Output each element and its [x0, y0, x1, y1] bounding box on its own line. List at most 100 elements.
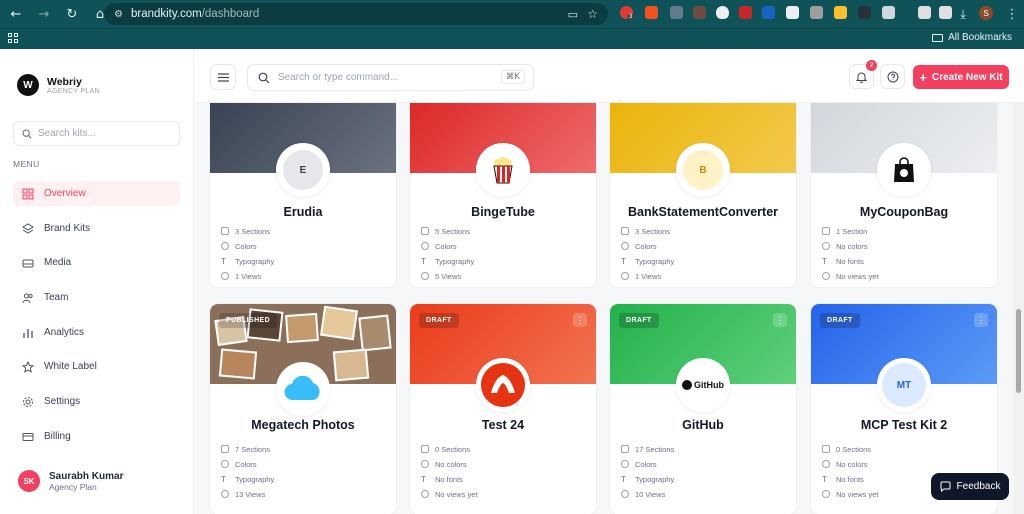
- page-scrollbar[interactable]: [1013, 103, 1024, 514]
- folder-icon: [932, 33, 944, 42]
- kit-card-bankstatementconverter[interactable]: B BankStatementConverter 3 Sections Colo…: [610, 103, 796, 287]
- reload-icon[interactable]: ↻: [62, 4, 82, 24]
- kit-card-erudia[interactable]: E Erudia 3 Sections Colors T Typography 1…: [210, 103, 396, 287]
- eye-icon: [421, 272, 429, 280]
- site-info-icon[interactable]: ⚙: [114, 9, 123, 20]
- brand-name: Webriy: [47, 75, 82, 88]
- palette-icon: [822, 242, 830, 250]
- command-search-input[interactable]: Search or type command... ⌘K: [247, 64, 534, 91]
- notification-count-badge: 2: [866, 60, 877, 71]
- logo-initial: E: [283, 150, 323, 190]
- nav-overview[interactable]: Overview: [13, 181, 180, 206]
- sections-icon: [621, 445, 629, 453]
- star-icon: [22, 360, 34, 373]
- menu-section-label: MENU: [13, 159, 40, 169]
- nav-label: Team: [44, 292, 69, 303]
- kits-grid: E Erudia 3 Sections Colors T Typography 1…: [195, 103, 1013, 514]
- kit-title: MCP Test Kit 2: [860, 418, 948, 432]
- create-new-kit-button[interactable]: + Create New Kit: [913, 65, 1009, 89]
- nav-billing[interactable]: Billing: [13, 424, 180, 449]
- sections-icon: [421, 445, 429, 453]
- layers-icon: [22, 222, 34, 234]
- kit-card-github[interactable]: DRAFT ⋮ GitHub GitHub 17 Sections Colors…: [610, 304, 796, 514]
- profile-avatar[interactable]: S: [979, 6, 993, 20]
- download-icon[interactable]: ⤓: [953, 4, 973, 24]
- forward-icon[interactable]: →: [34, 4, 54, 24]
- extension-icon[interactable]: [918, 6, 931, 19]
- extension-icon[interactable]: [693, 6, 706, 19]
- feedback-button[interactable]: Feedback: [931, 473, 1009, 500]
- chat-icon: [940, 481, 951, 492]
- kit-meta: 17 Sections Colors T Typography 10 Views: [621, 444, 675, 499]
- nav-label: White Label: [44, 361, 97, 372]
- extension-icon[interactable]: [939, 6, 952, 19]
- address-bar[interactable]: ⚙ brandkity.com/dashboard ▭ ☆: [104, 3, 608, 25]
- sections-icon: [421, 227, 429, 235]
- kit-meta: 0 Sections No colors T No fonts No views …: [822, 444, 879, 499]
- kit-title: Megatech Photos: [251, 418, 355, 432]
- extension-icon[interactable]: [858, 6, 871, 19]
- palette-icon: [621, 460, 629, 468]
- eye-icon: [221, 490, 229, 498]
- card-menu-button[interactable]: ⋮: [974, 313, 988, 327]
- nav-label: Brand Kits: [44, 223, 91, 234]
- kit-title: Test 24: [481, 418, 525, 432]
- eye-icon: [221, 272, 229, 280]
- sections-icon: [221, 445, 229, 453]
- sections-icon: [822, 227, 830, 235]
- extension-icon[interactable]: [834, 6, 847, 19]
- brand[interactable]: W Webriy AGENCY PLAN: [17, 74, 100, 96]
- scrollbar-thumb[interactable]: [1016, 309, 1021, 393]
- nav-settings[interactable]: Settings: [13, 389, 180, 414]
- help-icon: [887, 71, 898, 82]
- help-button[interactable]: [880, 64, 905, 89]
- kit-card-mycouponbag[interactable]: MyCouponBag 1 Section No colors T No font…: [811, 103, 997, 287]
- kit-logo: MT: [877, 358, 931, 412]
- eye-icon: [822, 490, 830, 498]
- nav-label: Overview: [44, 188, 86, 199]
- palette-icon: [221, 460, 229, 468]
- brand-logo: W: [17, 74, 39, 96]
- kit-logo: [476, 358, 530, 412]
- nav-team[interactable]: Team: [13, 285, 180, 310]
- extension-icon[interactable]: [739, 6, 752, 19]
- nav-media[interactable]: Media: [13, 250, 180, 275]
- kit-meta: 5 Sections Colors T Typography 5 Views: [421, 226, 475, 281]
- extension-badge: 3: [627, 14, 635, 20]
- install-icon[interactable]: ▭: [568, 8, 578, 21]
- sidebar: W Webriy AGENCY PLAN Search kits... MENU…: [0, 50, 194, 514]
- extension-icon[interactable]: [810, 6, 823, 19]
- type-icon: T: [822, 475, 827, 484]
- extension-icon[interactable]: [716, 6, 729, 19]
- card-menu-button[interactable]: ⋮: [573, 313, 587, 327]
- kit-logo: E: [276, 143, 330, 197]
- menu-kebab-icon[interactable]: ⋮: [1002, 4, 1022, 24]
- kit-card-megatech-photos[interactable]: PUBLISHED Megatech Photos 7 Sections Col…: [210, 304, 396, 514]
- brand-plan: AGENCY PLAN: [47, 87, 100, 95]
- extension-icon[interactable]: [882, 6, 895, 19]
- extension-icon[interactable]: [645, 6, 658, 19]
- nav-analytics[interactable]: Analytics: [13, 320, 180, 345]
- extension-icon[interactable]: [670, 6, 683, 19]
- extension-icon[interactable]: [762, 6, 775, 19]
- user-profile[interactable]: SK Saurabh Kumar Agency Plan: [18, 470, 123, 492]
- nav-white-label[interactable]: White Label: [13, 354, 180, 379]
- user-plan: Agency Plan: [49, 481, 97, 492]
- notifications-button[interactable]: 2: [849, 60, 877, 89]
- kit-card-bingetube[interactable]: BingeTube 5 Sections Colors T Typography …: [410, 103, 596, 287]
- type-icon: T: [221, 257, 226, 266]
- status-badge: DRAFT: [820, 313, 860, 328]
- card-menu-button[interactable]: ⋮: [773, 313, 787, 327]
- status-badge: PUBLISHED: [219, 313, 278, 328]
- nav-brand-kits[interactable]: Brand Kits: [13, 216, 180, 241]
- kit-search-input[interactable]: Search kits...: [13, 121, 180, 146]
- kit-meta: 1 Section No colors T No fonts No views y…: [822, 226, 879, 281]
- kit-logo: [476, 143, 530, 197]
- extension-icon[interactable]: [786, 6, 799, 19]
- back-icon[interactable]: ←: [6, 4, 26, 24]
- kit-card-test-24[interactable]: DRAFT ⋮ Test 24 0 Sections No colors T No…: [410, 304, 596, 514]
- apps-grid-icon[interactable]: [8, 33, 18, 43]
- menu-toggle-button[interactable]: [210, 64, 236, 90]
- bookmark-star-icon[interactable]: ☆: [587, 7, 598, 21]
- all-bookmarks[interactable]: All Bookmarks: [932, 32, 1012, 43]
